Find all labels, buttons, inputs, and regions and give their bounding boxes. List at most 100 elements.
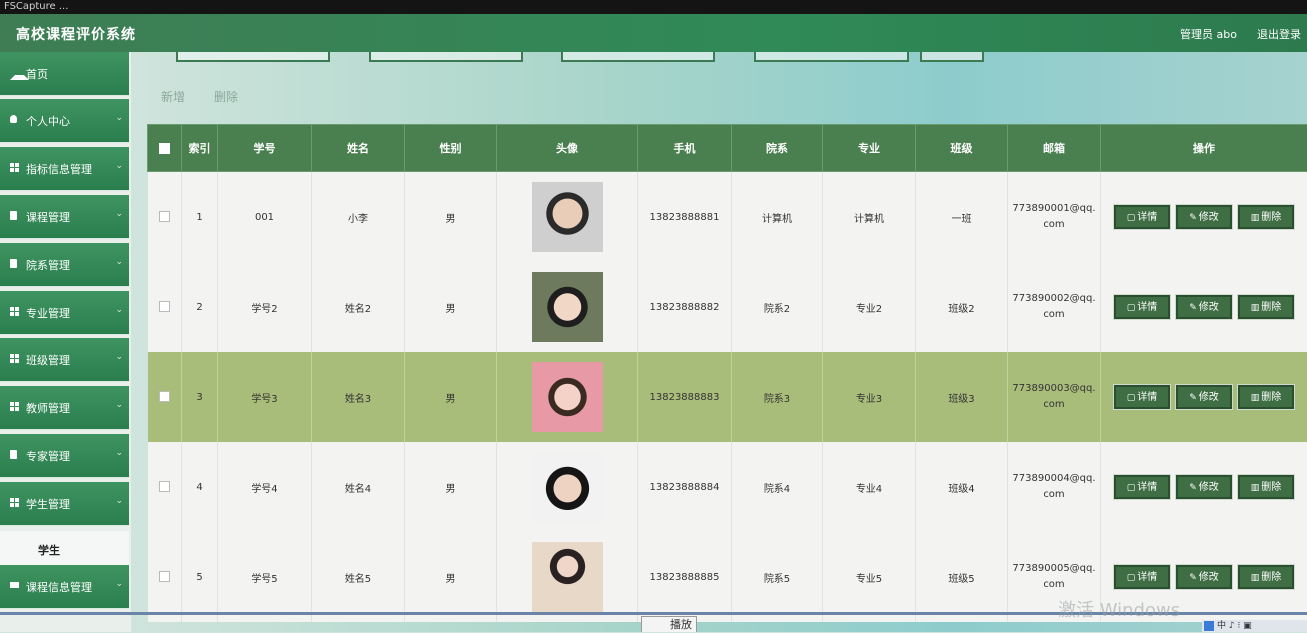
cell-student-no: 学号4 bbox=[218, 442, 312, 532]
detail-icon: ▢ bbox=[1127, 483, 1136, 493]
column-header: 姓名 bbox=[312, 125, 405, 172]
cell-index: 4 bbox=[182, 442, 218, 532]
search-field-2[interactable] bbox=[369, 52, 523, 62]
sidebar-item-label: 学生管理 bbox=[26, 496, 70, 512]
sidebar-item-label: 教师管理 bbox=[26, 400, 70, 416]
cell-index: 3 bbox=[182, 352, 218, 442]
detail-button[interactable]: ▢详情 bbox=[1114, 475, 1170, 499]
select-all-header[interactable] bbox=[148, 125, 182, 172]
cell-phone: 13823888881 bbox=[638, 172, 732, 263]
sidebar-item-label: 班级管理 bbox=[26, 352, 70, 368]
delete-button[interactable]: ▥删除 bbox=[1238, 295, 1294, 319]
sidebar-item-label: 课程信息管理 bbox=[26, 579, 92, 595]
search-field-3[interactable] bbox=[561, 52, 715, 62]
app-title: 高校课程评价系统 bbox=[16, 24, 136, 44]
sidebar: 首页 个人中心 ⌄ 指标信息管理 ⌄ 课程管理 ⌄ 院系管理 ⌄ 专业管理 ⌄ … bbox=[0, 52, 131, 632]
sidebar-item-label: 个人中心 bbox=[26, 113, 70, 129]
cell-name: 小李 bbox=[312, 172, 405, 263]
cell-email: 773890001@qq.com bbox=[1012, 201, 1096, 233]
main-content: 新增 删除 索引 学号 姓名 性别 头像 手机 院系 专业 班 bbox=[131, 52, 1307, 632]
search-field-1[interactable] bbox=[176, 52, 330, 62]
add-button[interactable]: 新增 bbox=[161, 88, 185, 105]
cell-phone: 13823888883 bbox=[638, 352, 732, 442]
sidebar-item-course-info[interactable]: 课程信息管理 ⌄ bbox=[0, 565, 129, 609]
edit-button[interactable]: ✎修改 bbox=[1176, 295, 1232, 319]
activation-watermark: 激活 Windows bbox=[1058, 596, 1180, 622]
cell-gender: 男 bbox=[405, 172, 497, 263]
cell-department: 院系3 bbox=[732, 352, 823, 442]
sidebar-item-students[interactable]: 学生管理 ⌄ bbox=[0, 482, 129, 526]
sidebar-item-courses[interactable]: 课程管理 ⌄ bbox=[0, 195, 129, 239]
chevron-down-icon: ⌄ bbox=[115, 209, 123, 219]
tray-app-icon[interactable] bbox=[1204, 621, 1214, 631]
student-table: 索引 学号 姓名 性别 头像 手机 院系 专业 班级 邮箱 操作 1 00 bbox=[147, 124, 1307, 622]
cell-major: 专业5 bbox=[823, 532, 916, 622]
cell-phone: 13823888882 bbox=[638, 262, 732, 352]
user-icon bbox=[10, 115, 17, 123]
cell-major: 专业4 bbox=[823, 442, 916, 532]
cell-gender: 男 bbox=[405, 442, 497, 532]
edit-button[interactable]: ✎修改 bbox=[1176, 475, 1232, 499]
cell-class: 班级2 bbox=[916, 262, 1008, 352]
cell-student-no: 学号5 bbox=[218, 532, 312, 622]
sidebar-item-classes[interactable]: 班级管理 ⌄ bbox=[0, 338, 129, 382]
detail-button[interactable]: ▢详情 bbox=[1114, 385, 1170, 409]
cell-department: 院系4 bbox=[732, 442, 823, 532]
cell-department: 计算机 bbox=[732, 172, 823, 263]
select-all-checkbox[interactable] bbox=[159, 143, 170, 154]
cell-email: 773890004@qq.com bbox=[1012, 471, 1096, 503]
avatar bbox=[532, 542, 603, 612]
sidebar-item-teachers[interactable]: 教师管理 ⌄ bbox=[0, 386, 129, 430]
edit-button[interactable]: ✎修改 bbox=[1176, 385, 1232, 409]
capture-title-bar: FSCapture ... bbox=[0, 0, 1307, 14]
sidebar-item-majors[interactable]: 专业管理 ⌄ bbox=[0, 291, 129, 335]
cell-email: 773890005@qq.com bbox=[1012, 561, 1096, 593]
row-checkbox[interactable] bbox=[159, 571, 170, 582]
avatar bbox=[532, 362, 603, 432]
play-button[interactable]: 播放 bbox=[641, 616, 697, 632]
cell-department: 院系5 bbox=[732, 532, 823, 622]
cell-email: 773890003@qq.com bbox=[1012, 381, 1096, 413]
current-user: 管理员 abo bbox=[1180, 26, 1237, 42]
sidebar-item-home[interactable]: 首页 bbox=[0, 52, 129, 96]
table-row-highlighted: 3 学号3 姓名3 男 13823888883 院系3 专业3 班级3 7738… bbox=[148, 352, 1307, 442]
row-checkbox[interactable] bbox=[159, 391, 170, 402]
cell-actions: ▢详情✎修改▥删除 bbox=[1101, 352, 1307, 442]
sidebar-item-personal-center[interactable]: 个人中心 ⌄ bbox=[0, 99, 129, 143]
chevron-down-icon: ⌄ bbox=[115, 352, 123, 362]
row-checkbox[interactable] bbox=[159, 301, 170, 312]
batch-delete-button[interactable]: 删除 bbox=[214, 88, 238, 105]
trash-icon: ▥ bbox=[1251, 573, 1260, 583]
document-icon bbox=[10, 450, 17, 459]
cell-actions: ▢详情✎修改▥删除 bbox=[1101, 172, 1307, 263]
edit-icon: ✎ bbox=[1189, 573, 1197, 583]
sidebar-item-label: 课程管理 bbox=[26, 209, 70, 225]
logout-link[interactable]: 退出登录 bbox=[1257, 26, 1301, 42]
delete-button[interactable]: ▥删除 bbox=[1238, 565, 1294, 589]
sidebar-item-experts[interactable]: 专家管理 ⌄ bbox=[0, 434, 129, 478]
detail-button[interactable]: ▢详情 bbox=[1114, 205, 1170, 229]
cell-department: 院系2 bbox=[732, 262, 823, 352]
delete-button[interactable]: ▥删除 bbox=[1238, 475, 1294, 499]
sidebar-subitem-student[interactable]: 学生 bbox=[0, 531, 129, 565]
delete-button[interactable]: ▥删除 bbox=[1238, 205, 1294, 229]
detail-button[interactable]: ▢详情 bbox=[1114, 295, 1170, 319]
sidebar-item-indicators[interactable]: 指标信息管理 ⌄ bbox=[0, 147, 129, 191]
edit-button[interactable]: ✎修改 bbox=[1176, 565, 1232, 589]
search-field-4[interactable] bbox=[754, 52, 909, 62]
cell-student-no: 学号2 bbox=[218, 262, 312, 352]
search-button[interactable] bbox=[920, 52, 984, 62]
cell-major: 专业3 bbox=[823, 352, 916, 442]
edit-button[interactable]: ✎修改 bbox=[1176, 205, 1232, 229]
cell-gender: 男 bbox=[405, 262, 497, 352]
grid-icon bbox=[10, 402, 19, 411]
trash-icon: ▥ bbox=[1251, 213, 1260, 223]
delete-button[interactable]: ▥删除 bbox=[1238, 385, 1294, 409]
detail-button[interactable]: ▢详情 bbox=[1114, 565, 1170, 589]
sidebar-item-departments[interactable]: 院系管理 ⌄ bbox=[0, 243, 129, 287]
cell-name: 姓名4 bbox=[312, 442, 405, 532]
chevron-down-icon: ⌄ bbox=[115, 496, 123, 506]
row-checkbox[interactable] bbox=[159, 211, 170, 222]
chevron-down-icon: ⌄ bbox=[115, 113, 123, 123]
row-checkbox[interactable] bbox=[159, 481, 170, 492]
